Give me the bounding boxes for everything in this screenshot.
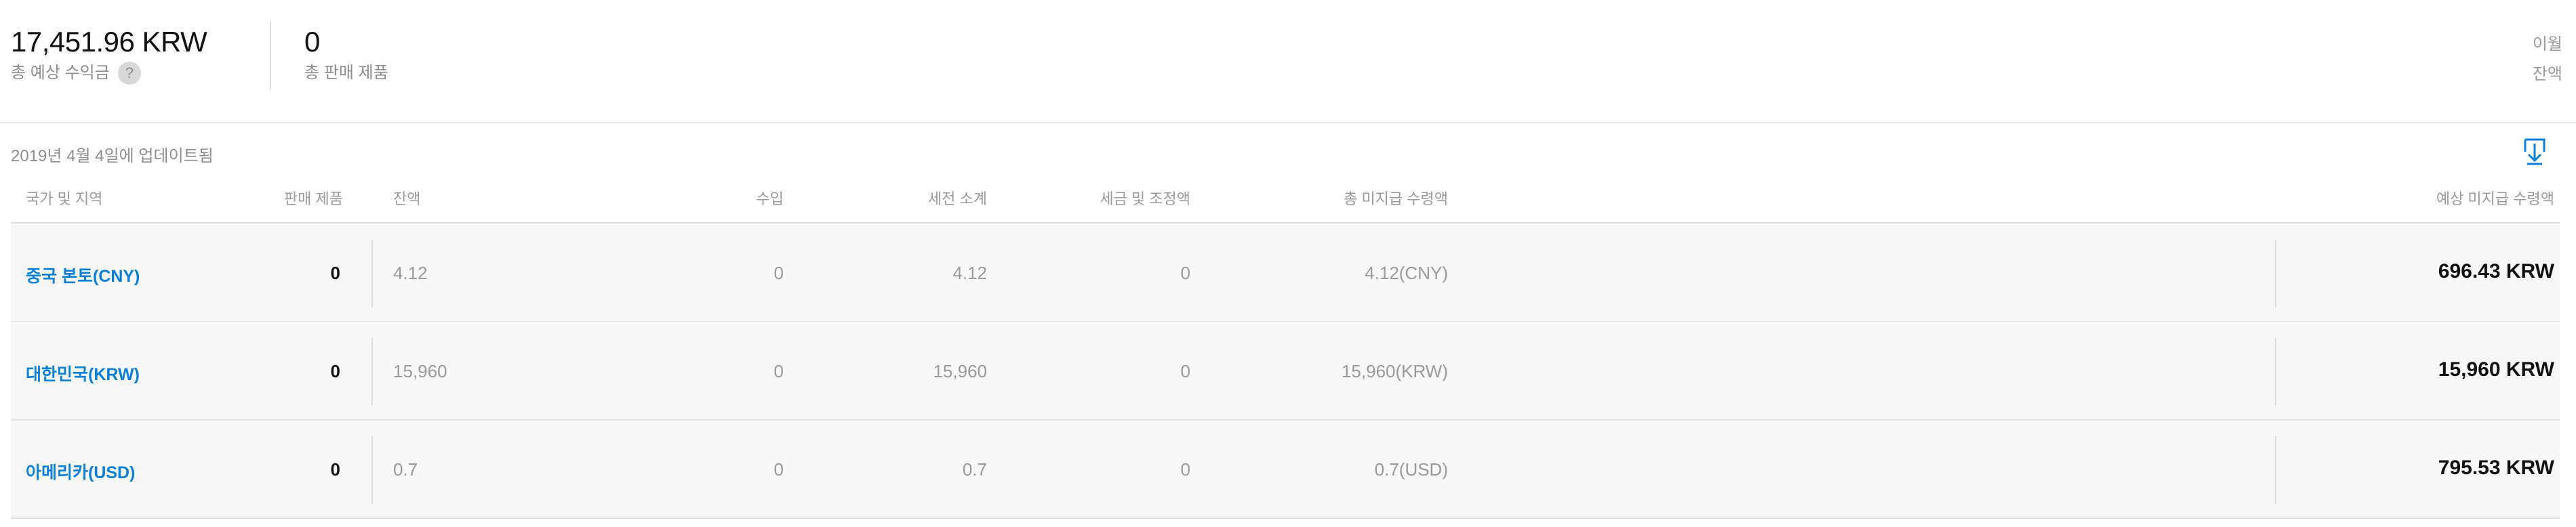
total-unpaid-cell: 0.7(USD) (1374, 459, 1448, 480)
help-icon[interactable]: ? (117, 62, 141, 85)
estimated-earnings-value: 17,451.96 KRW (11, 26, 207, 58)
income-cell: 0 (773, 361, 784, 381)
row-divider (2275, 338, 2276, 406)
col-units[interactable]: 판매 제품 (235, 187, 343, 209)
table-row: 중국 본토(CNY) 0 4.12 0 4.12 0 4.12(CNY) 696… (11, 225, 2560, 322)
income-cell: 0 (773, 459, 784, 480)
pretax-cell: 15,960 (933, 361, 987, 381)
units-sold: 0 총 판매 제품 (304, 26, 388, 85)
balance-cell: 0.7 (393, 459, 418, 480)
table-row: 아메리카(USD) 0 0.7 0 0.7 0 0.7(USD) 795.53 … (11, 421, 2560, 519)
summary-header: 17,451.96 KRW 총 예상 수익금 ? 0 총 판매 제품 이월 잔액 (0, 0, 2576, 123)
pretax-cell: 4.12 (952, 263, 987, 283)
units-sold-cell: 0 (330, 361, 340, 381)
col-income[interactable]: 수입 (662, 187, 784, 209)
col-pretax[interactable]: 세전 소계 (851, 187, 987, 209)
table-header: 국가 및 지역 판매 제품 잔액 수입 세전 소계 세금 및 조정액 총 미지급… (11, 177, 2560, 224)
updated-date: 2019년 4월 4일에 업데이트됨 (11, 147, 214, 165)
row-divider (2275, 436, 2276, 504)
estimated-earnings: 17,451.96 KRW 총 예상 수익금 ? (11, 26, 207, 85)
total-unpaid-cell: 15,960(KRW) (1341, 361, 1448, 381)
balance-cell: 15,960 (393, 361, 447, 381)
row-divider (371, 338, 373, 406)
col-balance[interactable]: 잔액 (393, 187, 420, 209)
tax-cell: 0 (1180, 459, 1190, 480)
carryover-link[interactable]: 이월 (2533, 30, 2562, 60)
col-estimated-unpaid[interactable]: 예상 미지급 수령액 (2316, 187, 2554, 209)
tax-cell: 0 (1180, 361, 1190, 381)
country-link[interactable]: 중국 본토(CNY) (26, 263, 140, 287)
table-row: 대한민국(KRW) 0 15,960 0 15,960 0 15,960(KRW… (11, 323, 2560, 421)
estimated-unpaid-cell: 15,960 KRW (2438, 358, 2554, 381)
row-divider (2275, 240, 2276, 308)
income-cell: 0 (773, 263, 784, 283)
pretax-cell: 0.7 (962, 459, 987, 480)
row-divider (371, 240, 373, 308)
summary-divider (270, 22, 271, 89)
tax-cell: 0 (1180, 263, 1190, 283)
col-tax[interactable]: 세금 및 조정액 (1048, 187, 1190, 209)
col-total-unpaid[interactable]: 총 미지급 수령액 (1245, 187, 1448, 209)
balance-links: 이월 잔액 (2533, 30, 2562, 89)
row-divider (371, 436, 373, 504)
units-sold-label: 총 판매 제품 (304, 64, 388, 82)
units-sold-cell: 0 (330, 263, 340, 283)
total-unpaid-cell: 4.12(CNY) (1365, 263, 1448, 283)
download-icon[interactable] (2523, 138, 2546, 165)
estimated-unpaid-cell: 696.43 KRW (2438, 260, 2554, 282)
balance-cell: 4.12 (393, 263, 428, 283)
country-link[interactable]: 아메리카(USD) (26, 459, 135, 484)
units-sold-cell: 0 (330, 459, 340, 480)
col-country[interactable]: 국가 및 지역 (26, 187, 102, 209)
balance-link[interactable]: 잔액 (2533, 60, 2562, 89)
units-sold-value: 0 (304, 26, 320, 58)
country-link[interactable]: 대한민국(KRW) (26, 361, 140, 385)
estimated-unpaid-cell: 795.53 KRW (2438, 457, 2554, 479)
estimated-earnings-label: 총 예상 수익금 (11, 64, 110, 82)
